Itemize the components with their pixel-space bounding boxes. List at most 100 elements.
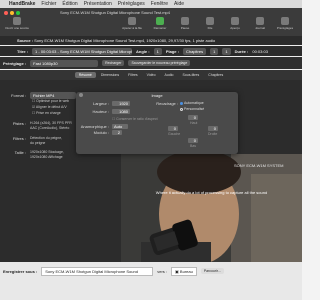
width-field[interactable]: 1920 xyxy=(112,101,130,106)
open-source-button[interactable]: Ouvrir une source xyxy=(2,17,32,30)
range-select[interactable]: Chapitres xyxy=(182,47,207,55)
filters-label: Filtres : xyxy=(12,136,26,141)
crop-left-field[interactable]: 0 xyxy=(168,126,178,131)
zoom-window-button[interactable] xyxy=(16,11,20,15)
filter-line-1: Détection du peigne, xyxy=(30,136,63,140)
duration-value: 00:03:03 xyxy=(252,48,268,54)
title-select[interactable]: 1 - 00:03:03 - Sony ECM-W1M Shotgun Digi… xyxy=(32,47,133,55)
tab-audio[interactable]: Audio xyxy=(161,72,178,78)
tab-summary[interactable]: Résumé xyxy=(74,72,96,78)
menu-bar: HandBrake Fichier Édition Présentation P… xyxy=(0,0,302,8)
duration-label: Durée : xyxy=(234,48,249,54)
handbrake-window: Sony ECM-W1M Shotgun Digital Microphone … xyxy=(0,8,302,300)
destination-folder-select[interactable]: ▣ Bureau xyxy=(171,266,197,276)
range-label: Plage : xyxy=(165,48,179,54)
title-label: Titre : xyxy=(17,48,29,54)
menu-file[interactable]: Fichier xyxy=(41,1,56,7)
modulus-label: Modulo : xyxy=(93,130,109,135)
window-controls xyxy=(4,11,20,15)
preset-select[interactable]: Fast 1080p30 xyxy=(30,59,99,67)
height-label: Hauteur : xyxy=(92,109,109,114)
option-align-av[interactable]: ☑ Aligner le début A/V xyxy=(32,105,67,109)
menu-edit[interactable]: Édition xyxy=(62,1,77,7)
presets-icon xyxy=(281,17,289,25)
anamorphic-label: Anamorphique : xyxy=(80,124,109,129)
crop-right-field[interactable]: 0 xyxy=(208,126,218,131)
menu-view[interactable]: Présentation xyxy=(84,1,112,7)
crop-auto-radio[interactable]: Automatique xyxy=(180,101,204,105)
window-titlebar: Sony ECM-W1M Shotgun Digital Microphone … xyxy=(0,8,302,36)
destination-bar: Enregistrer sous : Sony ECM-W1M Shotgun … xyxy=(0,262,302,300)
pause-icon xyxy=(181,17,189,25)
tab-filters[interactable]: Filtres xyxy=(124,72,142,78)
menu-help[interactable]: Aide xyxy=(174,1,184,7)
crop-right-label: Droite xyxy=(208,132,218,136)
tab-chapters[interactable]: Chapitres xyxy=(204,72,227,78)
film-icon xyxy=(13,17,21,25)
crop-top-field[interactable]: 0 xyxy=(188,115,198,120)
height-field[interactable]: 1080 xyxy=(112,109,130,114)
destination-row: Enregistrer sous : Sony ECM-W1M Shotgun … xyxy=(0,266,302,276)
close-window-button[interactable] xyxy=(4,11,8,15)
format-select[interactable]: Fichier MP4 xyxy=(30,92,76,99)
toolbar: Ouvrir une source Ajouter à la file Déma… xyxy=(0,17,302,35)
crop-custom-radio[interactable]: Personnalisé xyxy=(180,107,204,111)
format-label: Format : xyxy=(11,93,26,98)
queue-icon xyxy=(206,17,214,25)
crop-bottom-field[interactable]: 0 xyxy=(188,138,198,143)
angle-select[interactable]: 1 xyxy=(153,47,162,55)
anamorphic-select[interactable]: Auto xyxy=(112,124,128,129)
modulus-select[interactable]: 2 xyxy=(112,130,122,135)
track-audio: AAC (CoreAudio), Stéréo xyxy=(30,126,70,130)
size-label: Taille : xyxy=(14,150,26,155)
menu-presets[interactable]: Préréglages xyxy=(118,1,145,7)
option-web-optimized[interactable]: ☐ Optimisé pour le web xyxy=(32,99,69,103)
source-row: Source : Sony ECM-W1M Shotgun Digital Mi… xyxy=(0,36,302,45)
source-info: Sony ECM-W1M Shotgun Digital Microphone … xyxy=(34,38,216,43)
image-dialog-title: Image xyxy=(151,93,163,98)
source-label: Source : xyxy=(17,38,34,43)
settings-tabs: Résumé Dimensions Filtres Vidéo Audio So… xyxy=(0,70,302,80)
range-to-select[interactable]: 1 xyxy=(222,47,231,55)
angle-label: Angle : xyxy=(136,48,150,54)
tab-subtitles[interactable]: Sous-titres xyxy=(179,72,204,78)
keep-aspect-checkbox[interactable]: ☐ Conserver le ratio d'aspect xyxy=(112,117,158,121)
track-video: H.264 (x264), 30 FPS PFR xyxy=(30,121,72,125)
video-caption: Where it actually do a lot of processing… xyxy=(155,190,268,195)
option-support[interactable]: ☐ Prise en charge xyxy=(32,111,61,115)
video-watermark: SONY ECM-W1M SYSTEM xyxy=(234,163,284,168)
cropping-label: Recadrage : xyxy=(156,101,178,106)
save-as-label: Enregistrer sous : xyxy=(3,268,38,274)
presets-button[interactable]: Préréglages xyxy=(270,17,300,30)
crop-top-label: Haut xyxy=(190,121,198,125)
preview-video[interactable]: SONY ECM-W1M SYSTEM Where it actually do… xyxy=(121,154,302,262)
menu-window[interactable]: Fenêtre xyxy=(151,1,168,7)
add-queue-icon xyxy=(128,17,136,25)
save-new-preset-button[interactable]: Sauvegarder le nouveau préréglage xyxy=(128,60,191,66)
tracks-label: Pistes : xyxy=(12,121,26,126)
crop-left-label: Gauche xyxy=(168,132,181,136)
preset-row: Préréglage : Fast 1080p30 Recharger Sauv… xyxy=(0,57,302,69)
add-to-queue-button[interactable]: Ajouter à la file xyxy=(117,17,147,30)
minimize-window-button[interactable] xyxy=(10,11,14,15)
crop-bottom-label: Bas xyxy=(190,144,197,148)
image-settings-popover: Image Largeur : 1920 Hauteur : 1080 ☐ Co… xyxy=(76,92,238,154)
reload-preset-button[interactable]: Recharger xyxy=(102,60,125,66)
window-title: Sony ECM-W1M Shotgun Digital Microphone … xyxy=(60,10,170,15)
tab-video[interactable]: Vidéo xyxy=(143,72,160,78)
browse-button[interactable]: Parcourir... xyxy=(200,268,224,274)
size-display: 1920x1080 Affichage xyxy=(30,155,63,159)
title-row: Titre : 1 - 00:03:03 - Sony ECM-W1M Shot… xyxy=(0,46,302,56)
range-from-select[interactable]: 1 xyxy=(210,47,219,55)
tab-dimensions[interactable]: Dimensions xyxy=(97,72,123,78)
width-label: Largeur : xyxy=(92,101,109,106)
video-frame xyxy=(121,154,302,262)
monitor-icon xyxy=(231,17,239,25)
size-storage: 1920x1080 Stockage, xyxy=(30,150,64,154)
save-as-field[interactable]: Sony ECM-W1M Shotgun Digital Microphone … xyxy=(41,266,154,276)
preset-label: Préréglage : xyxy=(3,60,27,66)
menu-handbrake[interactable]: HandBrake xyxy=(9,1,35,7)
filter-line-2: du peigne xyxy=(30,141,46,145)
terminal-icon xyxy=(256,17,264,25)
play-icon xyxy=(156,17,164,25)
